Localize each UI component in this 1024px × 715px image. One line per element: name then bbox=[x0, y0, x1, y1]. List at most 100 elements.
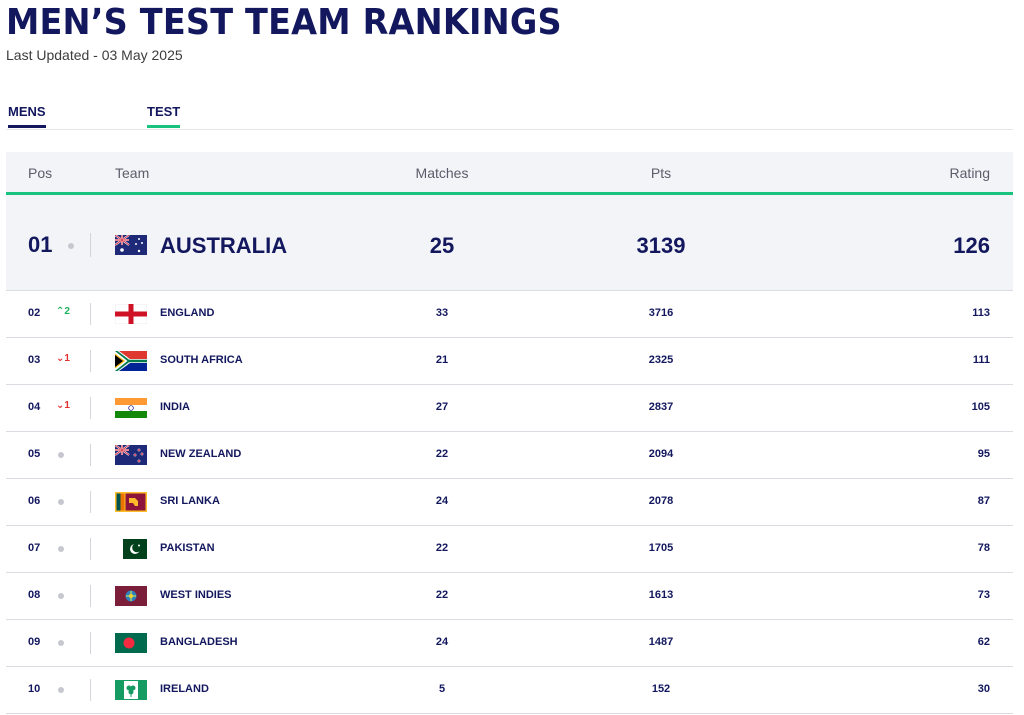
west-indies-flag-icon bbox=[115, 586, 147, 606]
page-title: MEN’S TEST TEAM RANKINGS bbox=[6, 2, 562, 43]
sri-lanka-flag-icon bbox=[115, 492, 147, 512]
pts-value: 3139 bbox=[636, 233, 686, 258]
header-matches: Matches bbox=[415, 165, 469, 181]
position: 01 bbox=[28, 232, 53, 257]
divider bbox=[90, 397, 91, 419]
pts-value: 1487 bbox=[648, 636, 674, 648]
rating-value: 87 bbox=[977, 495, 990, 507]
matches-value: 21 bbox=[435, 354, 449, 366]
team-name: INDIA bbox=[160, 401, 190, 413]
matches-value: 27 bbox=[435, 401, 449, 413]
no-change-dot-icon bbox=[58, 452, 64, 458]
table-row[interactable]: 04 ⌄1 INDIA 27 2837 105 bbox=[6, 385, 1013, 432]
table-row[interactable]: 03 ⌄1 SOUTH AFRICA 21 2325 111 bbox=[6, 338, 1013, 385]
rating-value: 73 bbox=[977, 589, 990, 601]
matches-value: 33 bbox=[435, 307, 449, 319]
position: 03 bbox=[28, 354, 41, 366]
header-pts: Pts bbox=[650, 165, 672, 181]
team-name: PAKISTAN bbox=[160, 542, 215, 554]
rank-down-indicator: ⌄1 bbox=[56, 400, 70, 411]
new-zealand-flag-icon bbox=[115, 445, 147, 465]
position: 08 bbox=[28, 589, 41, 601]
table-row[interactable]: 02 ⌃2 ENGLAND 33 3716 113 bbox=[6, 291, 1013, 338]
format-tabs: MENS TEST bbox=[6, 104, 1013, 130]
pts-value: 3716 bbox=[648, 307, 674, 319]
team-name: SRI LANKA bbox=[160, 495, 220, 507]
rating-value: 105 bbox=[971, 401, 990, 413]
pts-value: 2078 bbox=[648, 495, 674, 507]
table-row[interactable]: 10 IRELAND 5 152 30 bbox=[6, 667, 1013, 714]
team-name: WEST INDIES bbox=[160, 589, 232, 601]
team-name: AUSTRALIA bbox=[160, 233, 288, 258]
header-rating: Rating bbox=[949, 165, 990, 181]
team-name: NEW ZEALAND bbox=[160, 448, 242, 460]
table-row[interactable]: 06 SRI LANKA 24 2078 87 bbox=[6, 479, 1013, 526]
divider bbox=[90, 632, 91, 654]
rank-down-indicator: ⌄1 bbox=[56, 353, 70, 364]
position: 02 bbox=[28, 307, 41, 319]
no-change-dot-icon bbox=[58, 593, 64, 599]
india-flag-icon bbox=[115, 398, 147, 418]
matches-value: 25 bbox=[429, 233, 455, 258]
table-row[interactable]: 07 PAKISTAN 22 1705 78 bbox=[6, 526, 1013, 573]
pts-value: 152 bbox=[651, 683, 671, 695]
rank-up-indicator: ⌃2 bbox=[56, 306, 70, 317]
rating-value: 95 bbox=[977, 448, 990, 460]
no-change-dot-icon bbox=[58, 499, 64, 505]
team-name: IRELAND bbox=[160, 683, 209, 695]
rankings-table: Pos Team Matches Pts Rating 01 AUSTRALIA… bbox=[6, 152, 1013, 714]
south-africa-flag-icon bbox=[115, 351, 147, 371]
pakistan-flag-icon bbox=[115, 539, 147, 559]
divider bbox=[90, 444, 91, 466]
ireland-flag-icon bbox=[115, 680, 147, 700]
table-row[interactable]: 09 BANGLADESH 24 1487 62 bbox=[6, 620, 1013, 667]
pts-value: 2094 bbox=[648, 448, 674, 460]
header-pos: Pos bbox=[28, 165, 53, 181]
rating-value: 62 bbox=[977, 636, 990, 648]
england-flag-icon bbox=[115, 304, 147, 324]
rating-value: 126 bbox=[953, 233, 990, 258]
team-name: BANGLADESH bbox=[160, 636, 238, 648]
matches-value: 22 bbox=[435, 448, 449, 460]
no-change-dot-icon bbox=[58, 640, 64, 646]
last-updated-text: Last Updated - 03 May 2025 bbox=[6, 47, 183, 63]
matches-value: 22 bbox=[435, 542, 449, 554]
no-change-dot-icon bbox=[58, 546, 64, 552]
divider bbox=[90, 303, 91, 325]
table-header: Pos Team Matches Pts Rating bbox=[6, 152, 1013, 195]
divider bbox=[90, 350, 91, 372]
table-row[interactable]: 05 NEW ZEALAND 22 2094 95 bbox=[6, 432, 1013, 479]
position: 06 bbox=[28, 495, 41, 507]
position: 07 bbox=[28, 542, 41, 554]
team-name: ENGLAND bbox=[160, 307, 215, 319]
pts-value: 2325 bbox=[648, 354, 674, 366]
divider bbox=[90, 538, 91, 560]
no-change-dot-icon bbox=[68, 243, 74, 249]
bangladesh-flag-icon bbox=[115, 633, 147, 653]
divider bbox=[90, 679, 91, 701]
divider bbox=[90, 585, 91, 607]
matches-value: 5 bbox=[438, 683, 446, 695]
pts-value: 1613 bbox=[648, 589, 674, 601]
position: 09 bbox=[28, 636, 41, 648]
team-name: SOUTH AFRICA bbox=[160, 354, 243, 366]
rating-value: 113 bbox=[972, 307, 990, 319]
divider bbox=[90, 491, 91, 513]
matches-value: 22 bbox=[435, 589, 449, 601]
rating-value: 111 bbox=[972, 354, 990, 366]
top-ranked-row[interactable]: 01 AUSTRALIA 25 3139 126 bbox=[6, 195, 1013, 291]
matches-value: 24 bbox=[435, 495, 449, 507]
table-row[interactable]: 08 WEST INDIES 22 1613 73 bbox=[6, 573, 1013, 620]
position: 04 bbox=[28, 401, 41, 413]
australia-flag-icon bbox=[115, 235, 147, 255]
divider bbox=[90, 233, 91, 257]
rating-value: 78 bbox=[977, 542, 990, 554]
rating-value: 30 bbox=[977, 683, 990, 695]
no-change-dot-icon bbox=[58, 687, 64, 693]
pts-value: 2837 bbox=[648, 401, 674, 413]
pts-value: 1705 bbox=[648, 542, 674, 554]
tab-test[interactable]: TEST bbox=[147, 104, 181, 128]
tab-mens[interactable]: MENS bbox=[8, 104, 46, 128]
position: 10 bbox=[28, 683, 41, 695]
header-team: Team bbox=[115, 165, 150, 181]
